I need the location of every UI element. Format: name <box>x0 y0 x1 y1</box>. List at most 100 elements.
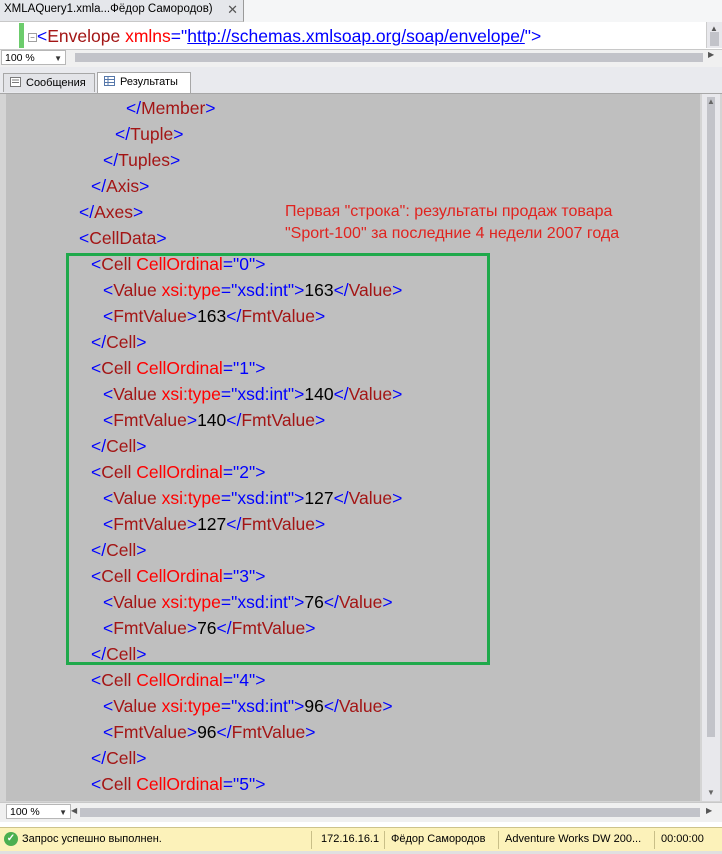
xml-token: =" <box>220 696 238 716</box>
xml-token: FmtValue <box>231 722 306 742</box>
collapse-region-icon[interactable]: − <box>28 33 37 42</box>
xml-token: > <box>136 748 147 768</box>
envelope-line: <Envelope xmlns="http://schemas.xmlsoap.… <box>37 26 541 47</box>
xml-token: "> <box>249 774 266 794</box>
scroll-down-icon[interactable]: ▼ <box>707 788 715 797</box>
xml-token: </ <box>216 722 232 742</box>
annotation-line-1: Первая "строка": результаты продаж товар… <box>285 203 613 220</box>
xml-line: <Cell CellOrdinal="5"> <box>91 774 265 794</box>
xml-token: </ <box>79 202 95 222</box>
tab-messages-label: Сообщения <box>26 77 86 89</box>
xml-token: =" <box>222 774 240 794</box>
chevron-down-icon[interactable]: ▼ <box>54 51 62 66</box>
xml-line: </Tuple> <box>115 124 183 144</box>
status-separator <box>498 831 499 849</box>
results-zoom-row: 100 % ▼ ◀ ▶ <box>0 802 722 822</box>
xml-line: <FmtValue>96</FmtValue> <box>103 722 315 742</box>
xml-token: Axis <box>106 176 140 196</box>
annotation-callout: Первая "строка": результаты продаж товар… <box>285 201 619 245</box>
tab-messages[interactable]: Сообщения <box>3 73 95 92</box>
xml-token: </ <box>126 98 142 118</box>
xml-token: Value <box>113 696 157 716</box>
scroll-left-icon[interactable]: ◀ <box>71 806 77 815</box>
results-vertical-scrollbar[interactable]: ▲ ▼ <box>702 94 720 801</box>
xml-line: </Axis> <box>91 176 149 196</box>
editor-zoom-select[interactable]: 100 % ▼ <box>1 50 66 65</box>
xml-token: "> <box>249 670 266 690</box>
xml-token: Axes <box>94 202 133 222</box>
status-elapsed: 00:00:00 <box>661 833 704 845</box>
success-check-icon: ✓ <box>4 832 18 846</box>
xml-token: xsd:int <box>237 696 288 716</box>
xml-token: </ <box>91 176 107 196</box>
status-server: 172.16.16.1 <box>321 833 380 845</box>
envelope-tag: Envelope <box>47 26 121 46</box>
annotation-line-2: "Sport-100" за последние 4 недели 2007 г… <box>285 225 620 242</box>
status-separator <box>311 831 312 849</box>
xml-token: CellOrdinal <box>131 670 223 690</box>
status-message: Запрос успешно выполнен. <box>22 833 162 845</box>
scroll-thumb[interactable] <box>710 32 719 46</box>
xml-token: < <box>103 696 114 716</box>
xml-token: </ <box>115 124 131 144</box>
status-user: Фёдор Самородов <box>391 833 486 845</box>
results-zoom-value: 100 % <box>10 806 40 818</box>
xml-line: <Cell CellOrdinal="4"> <box>91 670 265 690</box>
status-bar: ✓ Запрос успешно выполнен. 172.16.16.1 Ф… <box>0 827 722 852</box>
change-tracking-bar <box>19 23 24 48</box>
envelope-equals: =" <box>170 26 188 46</box>
scroll-right-icon[interactable]: ▶ <box>706 806 712 815</box>
xml-token: < <box>103 722 114 742</box>
xml-token: "> <box>287 696 305 716</box>
results-scroll-thumb[interactable] <box>707 97 715 737</box>
xml-token: < <box>79 228 90 248</box>
messages-icon <box>10 77 21 87</box>
xml-token: > <box>169 150 181 170</box>
xml-line: </Tuples> <box>103 150 180 170</box>
status-separator <box>654 831 655 849</box>
close-tab-icon[interactable]: ✕ <box>227 2 238 18</box>
xml-token: FmtValue <box>113 722 187 742</box>
xml-token: xsi:type <box>156 696 221 716</box>
xml-token: Value <box>338 696 383 716</box>
status-database: Adventure Works DW 200... <box>505 833 642 845</box>
xml-token: =" <box>222 670 240 690</box>
xml-token: 4 <box>239 670 249 690</box>
xml-token: </ <box>91 748 107 768</box>
xml-token: > <box>139 176 150 196</box>
chevron-down-icon[interactable]: ▼ <box>59 805 67 820</box>
xml-token: </ <box>323 696 339 716</box>
scroll-up-icon[interactable]: ▲ <box>707 97 715 106</box>
xml-token: </ <box>103 150 119 170</box>
xml-token: > <box>205 98 216 118</box>
envelope-open-bracket: < <box>37 26 48 46</box>
results-zoom-select[interactable]: 100 % ▼ <box>6 804 71 819</box>
document-tab-title: XMLAQuery1.xmla...Фёдор Самородов) <box>4 3 213 15</box>
xml-token: > <box>382 696 393 716</box>
envelope-namespace-link[interactable]: http://schemas.xmlsoap.org/soap/envelope… <box>187 26 525 46</box>
tab-results[interactable]: Результаты <box>97 72 191 93</box>
editor-vertical-scrollbar[interactable]: ▲ <box>706 22 722 48</box>
xml-token: Cell <box>101 670 132 690</box>
xml-token: > <box>173 124 184 144</box>
xml-token: > <box>186 722 198 742</box>
xml-token: CellOrdinal <box>131 774 223 794</box>
xml-token: < <box>91 774 102 794</box>
xml-token: Tuple <box>130 124 174 144</box>
xml-token: > <box>305 722 316 742</box>
xml-line: </Cell> <box>91 748 146 768</box>
status-separator <box>384 831 385 849</box>
xml-line: <CellData> <box>79 228 167 248</box>
results-horizontal-scroll-thumb[interactable] <box>80 808 700 817</box>
envelope-close: "> <box>524 26 542 46</box>
result-tab-bar: Сообщения Результаты <box>0 67 722 94</box>
tab-strip-background <box>244 0 722 23</box>
tab-results-label: Результаты <box>120 76 178 88</box>
xml-token: Cell <box>101 774 132 794</box>
document-tab[interactable]: XMLAQuery1.xmla...Фёдор Самородов) ✕ <box>0 0 244 22</box>
scroll-right-icon[interactable]: ▶ <box>708 50 714 59</box>
editor-horizontal-scroll-thumb[interactable] <box>75 53 703 62</box>
editor-zoom-value: 100 % <box>5 52 35 64</box>
xml-token: 5 <box>239 774 249 794</box>
xml-token: 96 <box>304 696 324 716</box>
